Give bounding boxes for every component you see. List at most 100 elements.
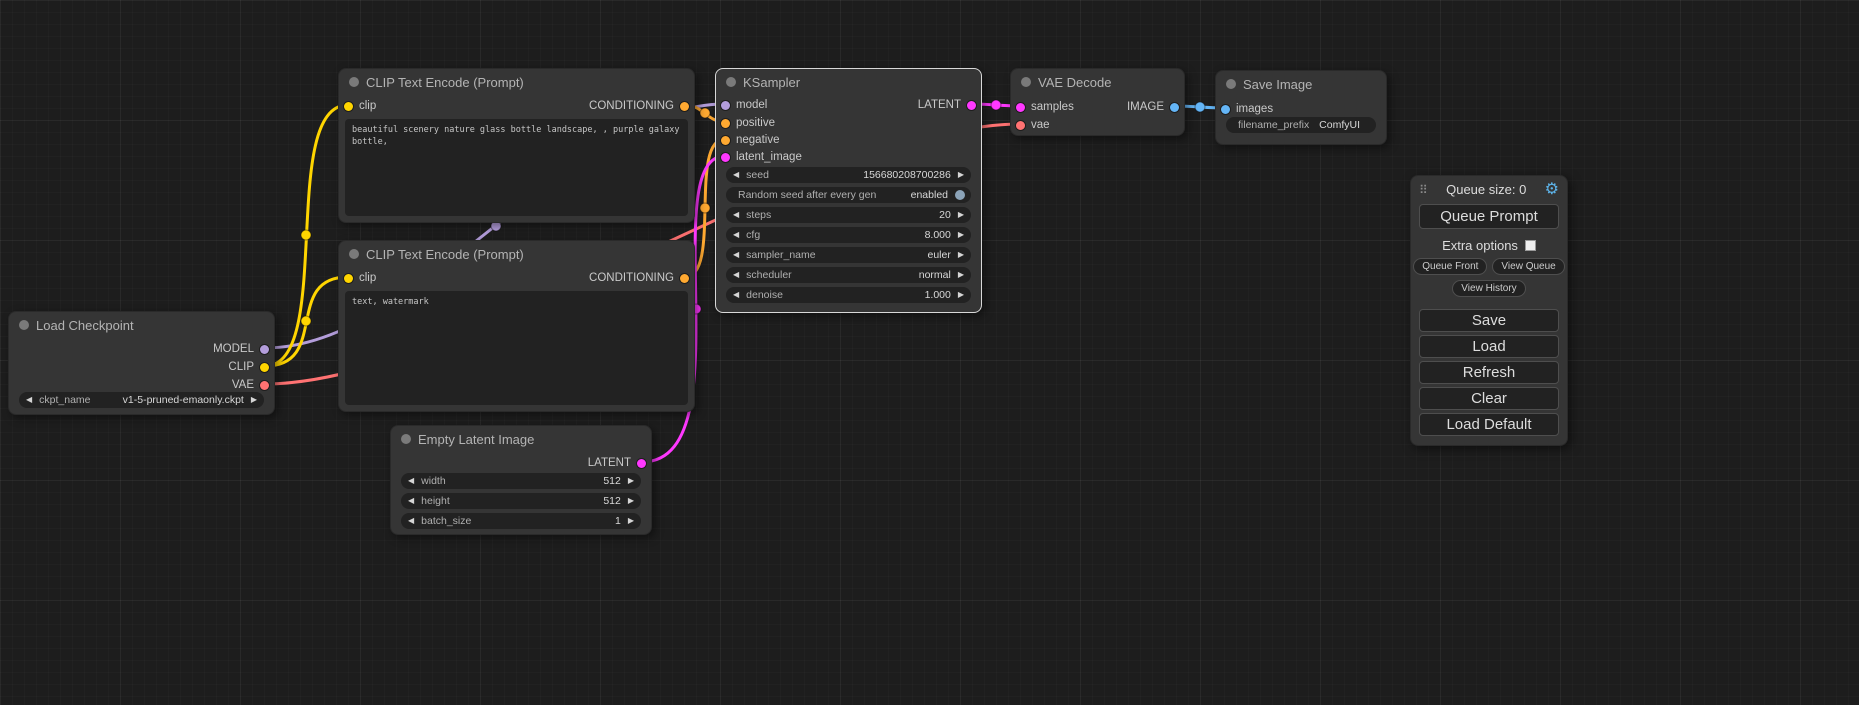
image-slot-dot-icon[interactable] [1221, 105, 1230, 114]
increment-arrow-icon[interactable]: ▶ [244, 392, 264, 408]
widget-denoise[interactable]: ◀ denoise 1.000 ▶ [726, 287, 971, 303]
slot-output-conditioning[interactable]: CONDITIONING [589, 269, 689, 287]
clip-slot-dot-icon[interactable] [344, 274, 353, 283]
latent-slot-dot-icon[interactable] [721, 153, 730, 162]
decrement-arrow-icon[interactable]: ◀ [726, 167, 746, 183]
node-title-bar[interactable]: Save Image [1216, 71, 1386, 97]
clear-button[interactable]: Clear [1419, 387, 1559, 410]
slot-input-clip[interactable]: clip [344, 97, 376, 115]
slot-input-negative[interactable]: negative [721, 131, 779, 149]
extra-options-checkbox[interactable] [1525, 240, 1536, 251]
node-clip-text-encode-negative[interactable]: CLIP Text Encode (Prompt) clip CONDITION… [338, 240, 695, 412]
toggle-indicator-icon[interactable] [955, 190, 965, 200]
conditioning-slot-dot-icon[interactable] [680, 274, 689, 283]
slot-input-latent-image[interactable]: latent_image [721, 148, 802, 166]
queue-prompt-button[interactable]: Queue Prompt [1419, 204, 1559, 229]
node-empty-latent-image[interactable]: Empty Latent Image LATENT ◀ width 512 ▶ … [390, 425, 652, 535]
node-clip-text-encode-positive[interactable]: CLIP Text Encode (Prompt) clip CONDITION… [338, 68, 695, 223]
slot-output-image[interactable]: IMAGE [1127, 98, 1179, 116]
widget-sampler-name[interactable]: ◀ sampler_name euler ▶ [726, 247, 971, 263]
load-button[interactable]: Load [1419, 335, 1559, 358]
decrement-arrow-icon[interactable]: ◀ [726, 267, 746, 283]
collapse-dot-icon[interactable] [349, 77, 359, 87]
increment-arrow-icon[interactable]: ▶ [951, 267, 971, 283]
increment-arrow-icon[interactable]: ▶ [621, 493, 641, 509]
widget-seed[interactable]: ◀ seed 156680208700286 ▶ [726, 167, 971, 183]
widget-cfg[interactable]: ◀ cfg 8.000 ▶ [726, 227, 971, 243]
conditioning-slot-dot-icon[interactable] [680, 102, 689, 111]
slot-input-clip[interactable]: clip [344, 269, 376, 287]
vae-slot-dot-icon[interactable] [1016, 121, 1025, 130]
settings-gear-icon[interactable]: ⚙ [1545, 183, 1559, 197]
collapse-dot-icon[interactable] [726, 77, 736, 87]
widget-height[interactable]: ◀ height 512 ▶ [401, 493, 641, 509]
collapse-dot-icon[interactable] [349, 249, 359, 259]
slot-output-clip[interactable]: CLIP [228, 358, 269, 376]
decrement-arrow-icon[interactable]: ◀ [401, 513, 421, 529]
node-save-image[interactable]: Save Image images filename_prefix ComfyU… [1215, 70, 1387, 145]
load-default-button[interactable]: Load Default [1419, 413, 1559, 436]
node-title-bar[interactable]: Empty Latent Image [391, 426, 651, 452]
decrement-arrow-icon[interactable]: ◀ [726, 287, 746, 303]
prompt-text-area[interactable]: beautiful scenery nature glass bottle la… [345, 119, 688, 216]
widget-random-seed-toggle[interactable]: Random seed after every gen enabled [726, 187, 971, 203]
collapse-dot-icon[interactable] [401, 434, 411, 444]
conditioning-slot-dot-icon[interactable] [721, 119, 730, 128]
node-title-bar[interactable]: KSampler [716, 69, 981, 95]
collapse-dot-icon[interactable] [1226, 79, 1236, 89]
node-graph-canvas[interactable]: Load Checkpoint MODEL CLIP VAE ◀ ckpt_na… [0, 0, 1859, 705]
view-queue-button[interactable]: View Queue [1492, 258, 1564, 275]
widget-steps[interactable]: ◀ steps 20 ▶ [726, 207, 971, 223]
view-history-button[interactable]: View History [1452, 280, 1525, 297]
model-slot-dot-icon[interactable] [721, 101, 730, 110]
slot-output-latent[interactable]: LATENT [918, 96, 976, 114]
node-title-bar[interactable]: CLIP Text Encode (Prompt) [339, 241, 694, 267]
slot-input-images[interactable]: images [1221, 100, 1273, 118]
widget-batch-size[interactable]: ◀ batch_size 1 ▶ [401, 513, 641, 529]
increment-arrow-icon[interactable]: ▶ [951, 227, 971, 243]
node-vae-decode[interactable]: VAE Decode samples vae IMAGE [1010, 68, 1185, 136]
latent-slot-dot-icon[interactable] [637, 459, 646, 468]
increment-arrow-icon[interactable]: ▶ [951, 287, 971, 303]
decrement-arrow-icon[interactable]: ◀ [401, 493, 421, 509]
decrement-arrow-icon[interactable]: ◀ [726, 207, 746, 223]
image-slot-dot-icon[interactable] [1170, 103, 1179, 112]
node-title-bar[interactable]: CLIP Text Encode (Prompt) [339, 69, 694, 95]
node-ksampler[interactable]: KSampler model positive negative latent_… [715, 68, 982, 313]
increment-arrow-icon[interactable]: ▶ [621, 513, 641, 529]
refresh-button[interactable]: Refresh [1419, 361, 1559, 384]
widget-ckpt-name[interactable]: ◀ ckpt_name v1-5-pruned-emaonly.ckpt ▶ [19, 392, 264, 408]
collapse-dot-icon[interactable] [1021, 77, 1031, 87]
increment-arrow-icon[interactable]: ▶ [951, 247, 971, 263]
vae-slot-dot-icon[interactable] [260, 381, 269, 390]
node-title-bar[interactable]: Load Checkpoint [9, 312, 274, 338]
save-button[interactable]: Save [1419, 309, 1559, 332]
increment-arrow-icon[interactable]: ▶ [951, 167, 971, 183]
node-title-bar[interactable]: VAE Decode [1011, 69, 1184, 95]
slot-output-model[interactable]: MODEL [213, 340, 269, 358]
decrement-arrow-icon[interactable]: ◀ [726, 247, 746, 263]
increment-arrow-icon[interactable]: ▶ [621, 473, 641, 489]
model-slot-dot-icon[interactable] [260, 345, 269, 354]
widget-scheduler[interactable]: ◀ scheduler normal ▶ [726, 267, 971, 283]
decrement-arrow-icon[interactable]: ◀ [19, 392, 39, 408]
slot-input-model[interactable]: model [721, 96, 767, 114]
decrement-arrow-icon[interactable]: ◀ [726, 227, 746, 243]
increment-arrow-icon[interactable]: ▶ [951, 207, 971, 223]
slot-input-positive[interactable]: positive [721, 114, 775, 132]
prompt-text-area[interactable]: text, watermark [345, 291, 688, 405]
decrement-arrow-icon[interactable]: ◀ [401, 473, 421, 489]
widget-width[interactable]: ◀ width 512 ▶ [401, 473, 641, 489]
drag-handle-icon[interactable]: ⠿ [1419, 183, 1428, 197]
slot-output-latent[interactable]: LATENT [588, 454, 646, 472]
latent-slot-dot-icon[interactable] [967, 101, 976, 110]
latent-slot-dot-icon[interactable] [1016, 103, 1025, 112]
clip-slot-dot-icon[interactable] [344, 102, 353, 111]
conditioning-slot-dot-icon[interactable] [721, 136, 730, 145]
slot-input-samples[interactable]: samples [1016, 98, 1074, 116]
slot-output-conditioning[interactable]: CONDITIONING [589, 97, 689, 115]
clip-slot-dot-icon[interactable] [260, 363, 269, 372]
widget-filename-prefix[interactable]: filename_prefix ComfyUI [1226, 117, 1376, 133]
node-load-checkpoint[interactable]: Load Checkpoint MODEL CLIP VAE ◀ ckpt_na… [8, 311, 275, 415]
slot-input-vae[interactable]: vae [1016, 116, 1050, 134]
